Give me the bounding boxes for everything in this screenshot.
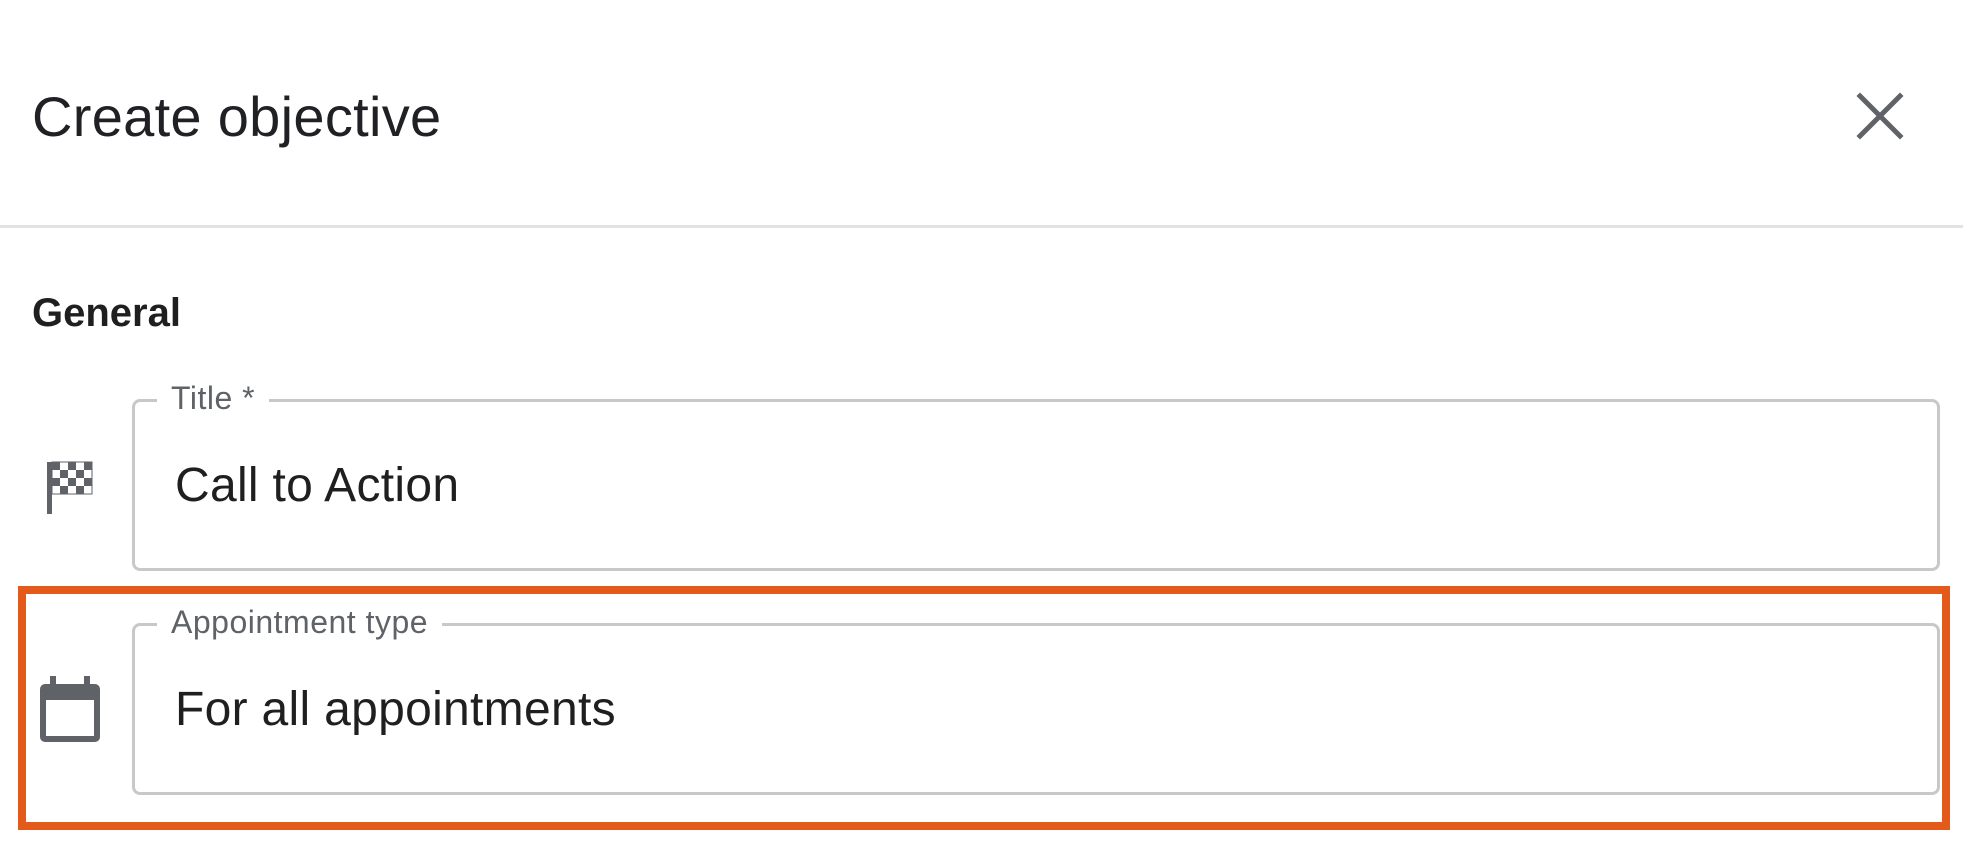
title-field-label: Title * [157, 378, 270, 418]
close-button[interactable] [1840, 76, 1920, 156]
section-heading-general: General [32, 291, 181, 335]
title-field-value[interactable]: Call to Action [175, 456, 459, 516]
dialog-header: Create objective [0, 0, 1963, 228]
calendar-icon [36, 674, 104, 746]
create-objective-dialog: Create objective General Title * Call to… [0, 0, 1963, 853]
appointment-type-field-label: Appointment type [157, 602, 443, 642]
appointment-type-field[interactable]: Appointment type For all appointments [132, 602, 1940, 795]
title-field[interactable]: Title * Call to Action [132, 378, 1940, 571]
checkered-flag-icon [44, 458, 98, 516]
close-icon [1856, 92, 1904, 140]
dialog-title: Create objective [32, 85, 442, 148]
appointment-type-field-value[interactable]: For all appointments [175, 680, 616, 740]
